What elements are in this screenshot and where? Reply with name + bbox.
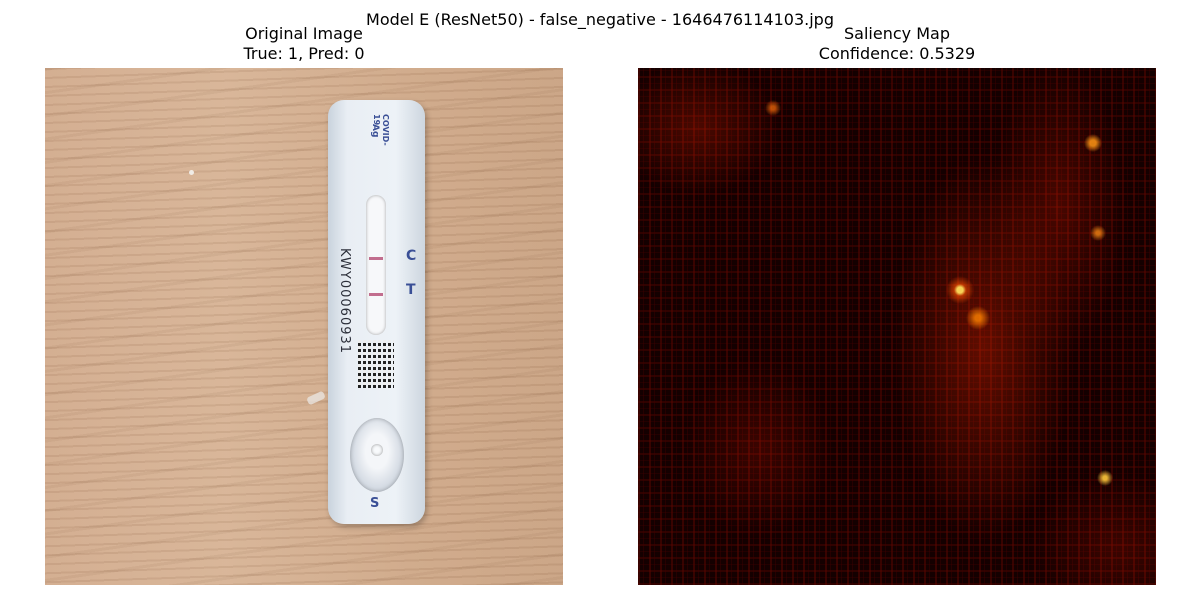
table-speck: [189, 170, 194, 175]
original-image-title-line1: Original Image: [245, 24, 363, 43]
sample-hole: [371, 444, 383, 456]
original-image-title: Original Image True: 1, Pred: 0: [45, 24, 563, 64]
cassette-sublabel: Ag: [370, 124, 380, 138]
wooden-table-background: [45, 68, 563, 585]
test-marker: T: [406, 282, 416, 298]
control-marker: C: [406, 248, 417, 264]
original-image-title-line2: True: 1, Pred: 0: [243, 44, 365, 63]
sample-well: [350, 418, 404, 492]
saliency-map-title: Saliency Map Confidence: 0.5329: [638, 24, 1156, 64]
saliency-map-title-line2: Confidence: 0.5329: [818, 44, 976, 63]
control-line: [369, 257, 383, 260]
result-window: [366, 195, 386, 335]
covid-test-cassette: COVID-19 Ag C T KWY00060931 S: [328, 100, 425, 524]
saliency-noise-texture: [638, 68, 1156, 585]
test-line: [369, 293, 383, 296]
qr-code: [358, 340, 394, 388]
saliency-map-title-line1: Saliency Map: [844, 24, 950, 43]
original-image-panel: COVID-19 Ag C T KWY00060931 S: [45, 68, 563, 585]
saliency-map-panel: [638, 68, 1156, 585]
sample-marker: S: [370, 496, 380, 511]
serial-number: KWY00060931: [337, 248, 352, 355]
